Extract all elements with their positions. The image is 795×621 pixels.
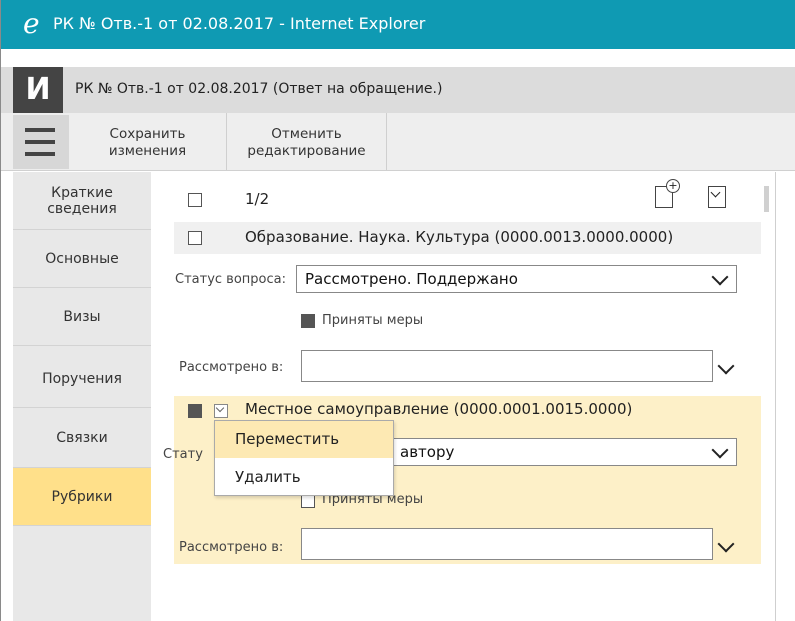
rubric-expand-toggle[interactable]: [214, 403, 228, 418]
measures-taken-checkbox[interactable]: [301, 314, 315, 328]
nav-item-label: Краткие: [51, 184, 113, 201]
nav-item-label: Связки: [56, 429, 108, 446]
nav-item-rubrics[interactable]: Рубрики: [13, 468, 151, 526]
reviewed-in-label: Рассмотрено в:: [179, 360, 284, 375]
cancel-label-line2: редактирование: [247, 143, 366, 159]
nav-item-assignments[interactable]: Поручения: [13, 350, 151, 408]
nav-item-label: Основные: [45, 250, 119, 267]
plus-circle-icon: +: [666, 179, 680, 193]
status-label: Стату: [163, 447, 203, 462]
save-changes-button[interactable]: Сохранить изменения: [69, 113, 227, 170]
cancel-label-line1: Отменить: [271, 126, 342, 142]
rubric-title: Местное самоуправление (0000.0001.0015.0…: [245, 400, 633, 418]
rubric-checkbox[interactable]: [188, 231, 202, 245]
rubric-checkbox[interactable]: [188, 404, 202, 418]
add-document-icon[interactable]: +: [655, 179, 680, 208]
status-select[interactable]: автору: [391, 438, 737, 466]
window-title: РК № Отв.-1 от 02.08.2017 - Internet Exp…: [53, 14, 426, 33]
nav-item-summary[interactable]: Краткие сведения: [13, 172, 151, 230]
chevron-down-icon: [215, 403, 225, 413]
rubric-title: Образование. Наука. Культура (0000.0013.…: [245, 228, 674, 246]
section-nav: Краткие сведения Основные Визы Поручения…: [13, 172, 151, 621]
right-panel: [761, 172, 795, 621]
divider: [775, 172, 776, 621]
rubric-counter: 1/2: [245, 190, 270, 208]
nav-item-label: сведения: [47, 200, 117, 217]
status-value: автору: [400, 443, 455, 461]
browser-window: e РК № Отв.-1 от 02.08.2017 - Internet E…: [0, 0, 795, 621]
app-header: И РК № Отв.-1 от 02.08.2017 (Ответ на об…: [1, 67, 795, 113]
nav-item-visas[interactable]: Визы: [13, 288, 151, 346]
nav-item-label: Рубрики: [51, 488, 113, 505]
menu-item-move[interactable]: Переместить: [215, 421, 393, 458]
toolbar: Сохранить изменения Отменить редактирова…: [1, 113, 795, 171]
measures-taken-checkbox[interactable]: [301, 494, 315, 508]
splitter-handle[interactable]: [764, 186, 769, 212]
internet-explorer-icon: e: [23, 7, 40, 40]
status-select[interactable]: Рассмотрено. Поддержано: [296, 265, 737, 293]
status-label: Статус вопроса:: [175, 272, 286, 287]
nav-item-links[interactable]: Связки: [13, 408, 151, 468]
save-label-line1: Сохранить: [109, 126, 186, 142]
check-chevron-icon: [710, 187, 721, 198]
rubrics-panel: 1/2 + Образование. Наука. Культура (0000…: [151, 172, 764, 621]
reviewed-in-input[interactable]: [301, 350, 713, 382]
document-title: РК № Отв.-1 от 02.08.2017 (Ответ на обра…: [75, 81, 443, 97]
reviewed-in-input[interactable]: [301, 528, 713, 560]
nav-item-label: Поручения: [42, 370, 122, 387]
chevron-down-icon: [711, 441, 729, 459]
context-menu: Переместить Удалить: [214, 420, 394, 496]
nav-item-main[interactable]: Основные: [13, 230, 151, 288]
nav-item-label: Визы: [63, 308, 101, 325]
chevron-down-icon: [711, 268, 729, 286]
menu-item-delete[interactable]: Удалить: [215, 459, 393, 496]
app-logo: И: [13, 67, 63, 113]
chevron-down-icon[interactable]: [717, 357, 735, 375]
window-titlebar: e РК № Отв.-1 от 02.08.2017 - Internet E…: [1, 0, 795, 49]
menu-icon[interactable]: [13, 115, 69, 169]
status-value: Рассмотрено. Поддержано: [305, 270, 518, 288]
measures-taken-label: Приняты меры: [322, 313, 424, 328]
save-label-line2: изменения: [108, 143, 187, 159]
reviewed-in-label: Рассмотрено в:: [179, 540, 284, 555]
cancel-editing-button[interactable]: Отменить редактирование: [227, 113, 387, 170]
check-document-icon[interactable]: [708, 186, 726, 208]
select-all-checkbox[interactable]: [188, 193, 202, 207]
